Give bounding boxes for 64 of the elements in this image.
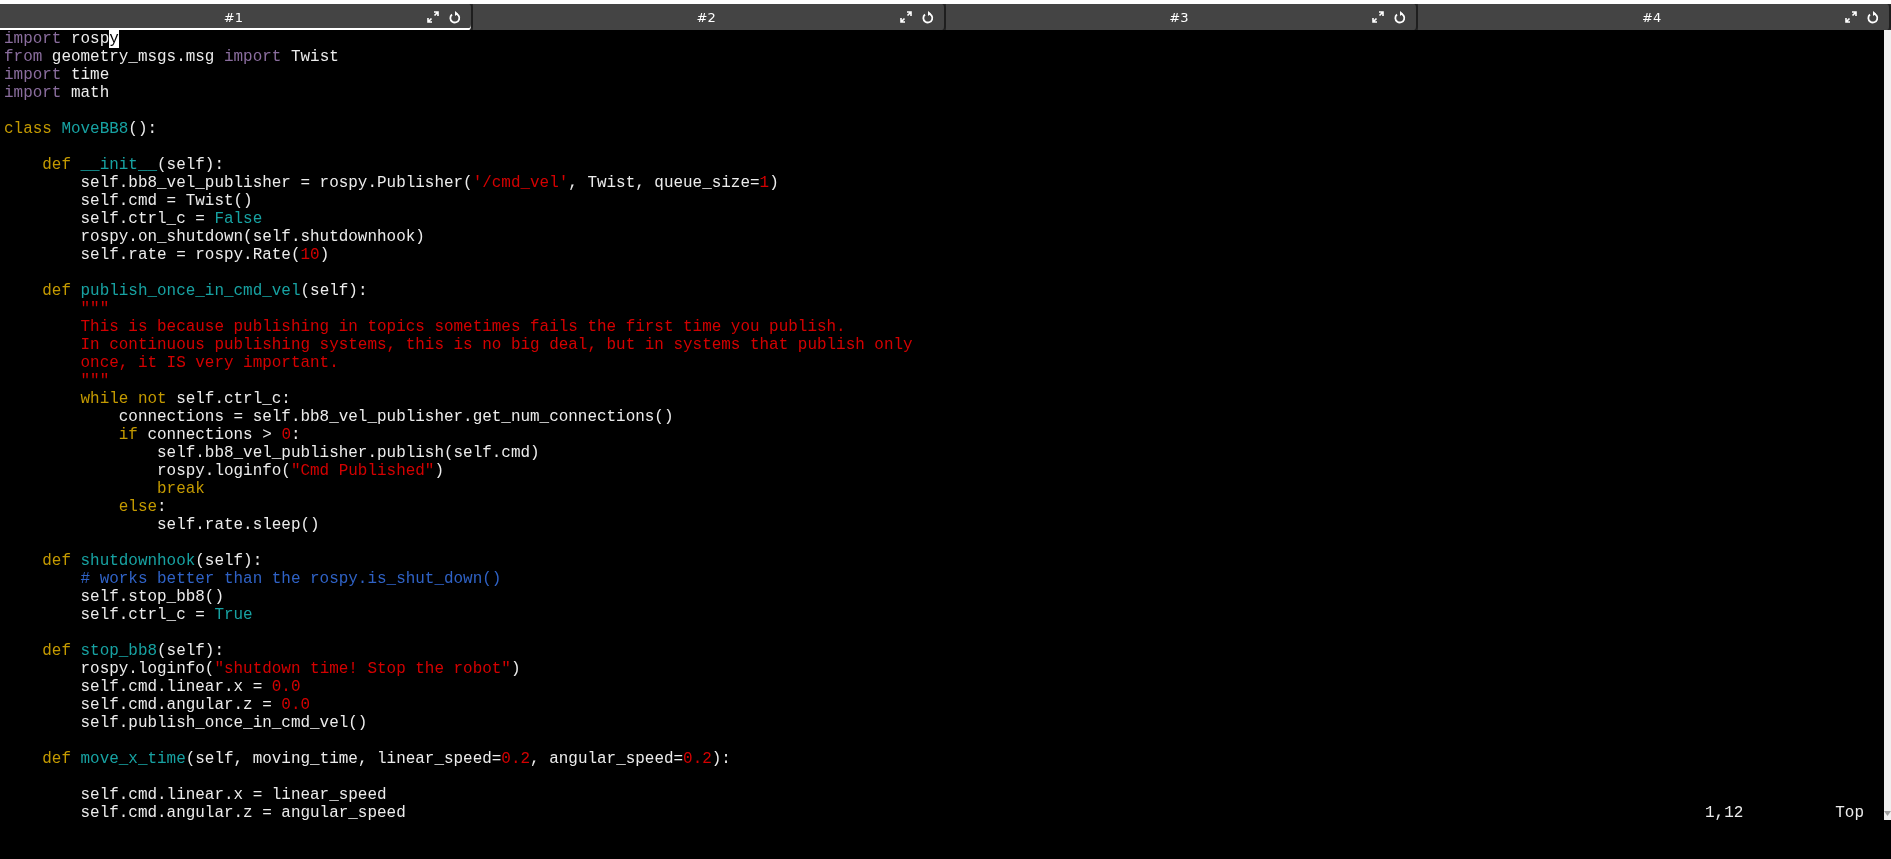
code-line: self.cmd = Twist() bbox=[79, 192, 253, 210]
code-line: self.ctrl_c = False bbox=[79, 210, 263, 228]
code-line: rospy.loginfo("Cmd Published") bbox=[156, 462, 444, 480]
reload-button[interactable] bbox=[1394, 10, 1407, 24]
code-line: import rospy bbox=[4, 30, 119, 48]
tab-title: #4 bbox=[1641, 9, 1663, 25]
code-line: self.ctrl_c = True bbox=[79, 606, 253, 624]
code-line: while not self.ctrl_c: bbox=[79, 390, 291, 408]
tab-title: #1 bbox=[222, 9, 244, 25]
code-line: rospy.on_shutdown(self.shutdownhook) bbox=[79, 228, 425, 246]
expand-button[interactable] bbox=[899, 11, 912, 23]
code-line: self.cmd.linear.x = linear_speed bbox=[79, 786, 387, 804]
code-line: self.rate.sleep() bbox=[156, 516, 320, 534]
expand-icon bbox=[1372, 11, 1385, 23]
reload-button[interactable] bbox=[1867, 10, 1879, 24]
reload-button[interactable] bbox=[448, 10, 461, 24]
code-line: This is because publishing in topics sometimes fails the first time you publish. bbox=[79, 318, 846, 336]
code-line: """ bbox=[79, 300, 110, 318]
terminal-tab[interactable]: #2 bbox=[472, 4, 946, 30]
code-line: def publish_once_in_cmd_vel(self): bbox=[41, 282, 368, 300]
code-line: else: bbox=[117, 498, 167, 516]
code-line: self.publish_once_in_cmd_vel() bbox=[79, 714, 368, 732]
code-line: connections = self.bb8_vel_publisher.get_num_connections() bbox=[117, 408, 674, 426]
code-line: self.bb8_vel_publisher.publish(self.cmd) bbox=[156, 444, 540, 462]
code-line: self.rate = rospy.Rate(10) bbox=[79, 246, 330, 264]
code-line: from geometry_msgs.msg import Twist bbox=[4, 48, 339, 66]
code-line: def move_x_time(self, moving_time, linear_speed=0.2, angular_speed=0.2): bbox=[41, 750, 731, 768]
code-line: once, it IS very important. bbox=[79, 354, 339, 372]
code-line: def stop_bb8(self): bbox=[41, 642, 224, 660]
code-line: rospy.loginfo("shutdown time! Stop the robot") bbox=[79, 660, 521, 678]
code-line: if connections > 0: bbox=[117, 426, 301, 444]
code-line: break bbox=[156, 480, 205, 498]
expand-button[interactable] bbox=[1845, 11, 1857, 23]
code-line: class MoveBB8(): bbox=[4, 120, 158, 138]
expand-icon bbox=[899, 11, 912, 23]
reload-icon bbox=[1394, 10, 1407, 24]
reload-icon bbox=[1867, 10, 1879, 24]
expand-icon bbox=[426, 11, 439, 23]
code-line: """ bbox=[79, 372, 110, 390]
reload-button[interactable] bbox=[921, 10, 934, 24]
code-line: def shutdownhook(self): bbox=[41, 552, 263, 570]
tab-title: #3 bbox=[1168, 9, 1190, 25]
scroll-position: Top bbox=[1835, 804, 1864, 822]
code-line: self.bb8_vel_publisher = rospy.Publisher('/cmd_vel', Twist, queue_size=1) bbox=[79, 174, 779, 192]
expand-icon bbox=[1845, 11, 1857, 23]
reload-icon bbox=[448, 10, 461, 24]
reload-icon bbox=[921, 10, 934, 24]
cursor-position: 1,12 bbox=[1705, 804, 1744, 822]
scrollbar[interactable] bbox=[1884, 30, 1891, 820]
terminal-tab[interactable]: #1 bbox=[0, 4, 473, 30]
code-line: self.stop_bb8() bbox=[79, 588, 224, 606]
code-line: def __init__(self): bbox=[41, 156, 224, 174]
code-line: self.cmd.angular.z = angular_speed bbox=[79, 804, 406, 822]
terminal-tab[interactable]: #3 bbox=[945, 4, 1419, 30]
expand-button[interactable] bbox=[1372, 11, 1385, 23]
code-line: # works better than the rospy.is_shut_down() bbox=[79, 570, 502, 588]
code-line: self.cmd.angular.z = 0.0 bbox=[79, 696, 311, 714]
code-line: import time bbox=[4, 66, 110, 84]
terminal-tab[interactable]: #4 bbox=[1418, 4, 1891, 30]
code-line: In continuous publishing systems, this is no big deal, but in systems that publish only bbox=[79, 336, 913, 354]
expand-button[interactable] bbox=[426, 11, 439, 23]
code-line: self.cmd.linear.x = 0.0 bbox=[79, 678, 301, 696]
code-line: import math bbox=[4, 84, 110, 102]
tab-title: #2 bbox=[695, 9, 717, 25]
